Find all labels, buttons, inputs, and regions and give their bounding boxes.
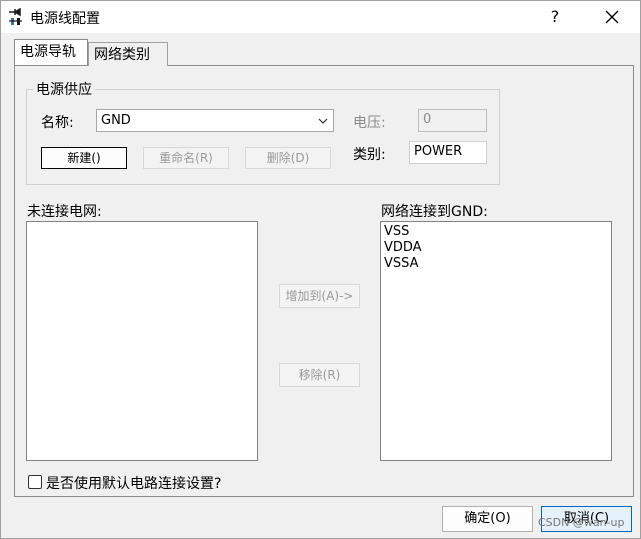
unconnected-nets-label: 未连接电网: [27, 204, 102, 220]
unconnected-nets-list[interactable] [26, 221, 258, 461]
name-combobox[interactable]: GND [96, 109, 334, 132]
list-item[interactable]: VDDA [381, 240, 611, 256]
category-label: 类别: [353, 147, 386, 163]
name-label: 名称: [41, 115, 74, 131]
power-rail-config-dialog: 电源线配置 ? 电源导轨 网络类别 电源供应 名称: GND 电压: 0 新建(… [0, 0, 641, 539]
category-field[interactable]: POWER [409, 141, 487, 164]
chevron-down-icon [318, 118, 328, 124]
close-icon[interactable] [594, 1, 630, 33]
voltage-label: 电压: [353, 115, 386, 131]
tab-net-class[interactable]: 网络类别 [88, 42, 168, 66]
title-bar: 电源线配置 ? [1, 1, 640, 33]
help-button[interactable]: ? [541, 1, 569, 33]
power-supply-group-title: 电源供应 [33, 79, 95, 99]
window-title: 电源线配置 [30, 11, 100, 27]
delete-button[interactable]: 删除(D) [245, 147, 331, 169]
power-supply-group [26, 89, 500, 185]
power-rail-app-icon [9, 8, 22, 25]
voltage-field: 0 [418, 109, 487, 132]
add-to-button[interactable]: 增加到(A)-> [279, 284, 360, 308]
default-setting-checkbox[interactable] [28, 475, 42, 489]
name-combobox-value: GND [101, 113, 131, 128]
rename-button[interactable]: 重命名(R) [143, 147, 229, 169]
tab-power-rail[interactable]: 电源导轨 [14, 39, 88, 65]
connected-nets-list[interactable]: VSS VDDA VSSA [380, 221, 612, 461]
watermark-text: CSDN @wan-up [538, 516, 625, 529]
default-setting-label: 是否使用默认电路连接设置? [46, 476, 222, 492]
remove-button[interactable]: 移除(R) [279, 363, 360, 387]
list-item[interactable]: VSS [381, 224, 611, 240]
connected-nets-label: 网络连接到GND: [381, 204, 488, 220]
new-button[interactable]: 新建() [41, 147, 127, 169]
list-item[interactable]: VSSA [381, 256, 611, 272]
ok-button[interactable]: 确定(O) [442, 506, 533, 532]
